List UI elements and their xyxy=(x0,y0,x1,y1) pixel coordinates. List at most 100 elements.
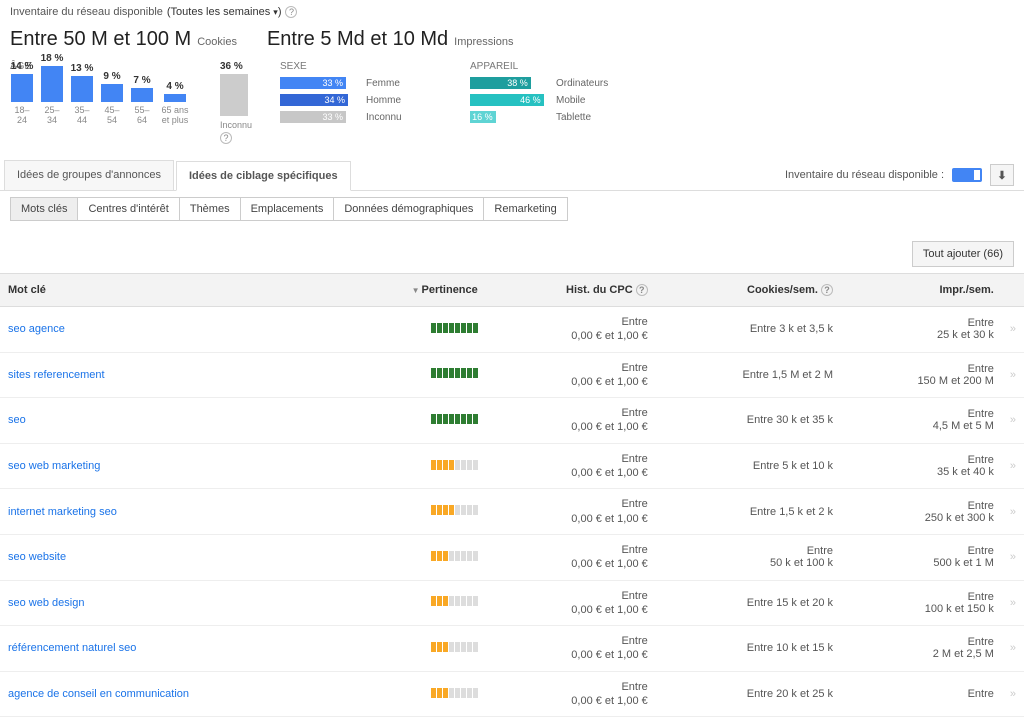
impr-value: Entre25 k et 30 k xyxy=(841,307,1002,353)
sub-tab[interactable]: Mots clés xyxy=(10,197,78,221)
hbar-label: Tablette xyxy=(556,112,591,123)
hbar-label: Homme xyxy=(366,95,401,106)
main-tabs: Idées de groupes d'annoncesIdées de cibl… xyxy=(0,160,1024,191)
download-icon: ⬇ xyxy=(997,169,1006,182)
cpc-range: 0,00 € et 1,00 € xyxy=(571,376,647,388)
chevron-right-icon[interactable]: » xyxy=(1010,642,1016,654)
relevance-bar xyxy=(431,460,478,470)
hbar-label: Femme xyxy=(366,78,400,89)
chevron-right-icon[interactable]: » xyxy=(1010,414,1016,426)
age-category: 25–34 xyxy=(40,106,64,126)
impressions-unit: Impressions xyxy=(454,36,513,48)
metrics-row: Entre 50 M et 100 M Cookies Entre 5 Md e… xyxy=(0,24,1024,61)
age-bar-col: 9 % 45–54 xyxy=(100,71,124,126)
chevron-right-icon[interactable]: » xyxy=(1010,323,1016,335)
table-row: seo website Entre0,00 € et 1,00 € Entre5… xyxy=(0,534,1024,580)
inventory-header: Inventaire du réseau disponible (Toutes … xyxy=(0,0,1024,24)
age-category: 55–64 xyxy=(130,106,154,126)
download-button[interactable]: ⬇ xyxy=(990,164,1014,186)
keywords-table: Mot clé ▼Pertinence Hist. du CPC ? Cooki… xyxy=(0,273,1024,717)
keyword-link[interactable]: sites referencement xyxy=(8,369,105,381)
main-tab[interactable]: Idées de ciblage spécifiques xyxy=(176,161,351,191)
add-all-button[interactable]: Tout ajouter (66) xyxy=(912,241,1014,267)
cpc-prefix: Entre xyxy=(494,361,648,375)
keyword-link[interactable]: internet marketing seo xyxy=(8,506,117,518)
chevron-right-icon[interactable]: » xyxy=(1010,506,1016,518)
sub-tab[interactable]: Emplacements xyxy=(240,197,335,221)
keyword-link[interactable]: seo web marketing xyxy=(8,460,100,472)
main-tab[interactable]: Idées de groupes d'annonces xyxy=(4,160,174,190)
relevance-bar xyxy=(431,596,478,606)
relevance-bar xyxy=(431,414,478,424)
keyword-link[interactable]: seo xyxy=(8,414,26,426)
impressions-value: Entre 5 Md et 10 Md xyxy=(267,28,448,51)
chevron-right-icon[interactable]: » xyxy=(1010,369,1016,381)
keyword-link[interactable]: seo web design xyxy=(8,597,84,609)
device-chart: APPAREIL 38 % Ordinateurs46 % Mobile16 %… xyxy=(470,61,640,127)
hbar-row: 38 % Ordinateurs xyxy=(470,76,640,90)
cookies-value: Entre 50 M et 100 M xyxy=(10,28,191,51)
metric-impressions: Entre 5 Md et 10 Md Impressions xyxy=(267,28,514,51)
cpc-range: 0,00 € et 1,00 € xyxy=(571,467,647,479)
chevron-right-icon[interactable]: » xyxy=(1010,460,1016,472)
table-row: sites referencement Entre0,00 € et 1,00 … xyxy=(0,352,1024,398)
chevron-right-icon[interactable]: » xyxy=(1010,551,1016,563)
inventory-toggle-label: Inventaire du réseau disponible : xyxy=(785,169,944,181)
hbar-fill: 16 % xyxy=(470,111,496,123)
age-bar xyxy=(41,66,63,102)
age-category: 65 ans et plus xyxy=(160,106,190,126)
keyword-link[interactable]: référencement naturel seo xyxy=(8,642,136,654)
hbar-fill: 34 % xyxy=(280,94,348,106)
unknown-label: Inconnu xyxy=(220,120,260,130)
help-icon[interactable]: ? xyxy=(821,284,833,296)
col-impr[interactable]: Impr./sem. xyxy=(841,274,1002,307)
age-category: 45–54 xyxy=(100,106,124,126)
col-cookies[interactable]: Cookies/sem. ? xyxy=(656,274,841,307)
cpc-prefix: Entre xyxy=(494,315,648,329)
hbar-row: 34 % Homme xyxy=(280,93,450,107)
cookies-value: Entre 1,5 k et 2 k xyxy=(656,489,841,535)
sub-tab[interactable]: Centres d'intérêt xyxy=(77,197,179,221)
impr-value: Entre100 k et 150 k xyxy=(841,580,1002,626)
unknown-bar xyxy=(220,74,248,116)
cookies-value: Entre 1,5 M et 2 M xyxy=(656,352,841,398)
charts-row: ÂGE 14 % 18–2418 % 25–3413 % 35–449 % 45… xyxy=(0,61,1024,156)
sub-tab[interactable]: Données démographiques xyxy=(333,197,484,221)
col-relevance[interactable]: ▼Pertinence xyxy=(343,274,486,307)
cpc-prefix: Entre xyxy=(494,543,648,557)
age-bar-col: 13 % 35–44 xyxy=(70,63,94,126)
relevance-bar xyxy=(431,368,478,378)
age-bar xyxy=(164,94,186,102)
chevron-right-icon[interactable]: » xyxy=(1010,688,1016,700)
unknown-block: 36 % Inconnu ? xyxy=(220,61,260,144)
age-bar-col: 4 % 65 ans et plus xyxy=(160,81,190,126)
relevance-bar xyxy=(431,642,478,652)
keyword-link[interactable]: seo agence xyxy=(8,323,65,335)
sub-tab[interactable]: Remarketing xyxy=(483,197,567,221)
chevron-right-icon[interactable]: » xyxy=(1010,597,1016,609)
age-category: 35–44 xyxy=(70,106,94,126)
hbar-fill: 33 % xyxy=(280,77,346,89)
col-keyword[interactable]: Mot clé xyxy=(0,274,343,307)
hbar-row: 33 % Femme xyxy=(280,76,450,90)
inventory-toggle[interactable] xyxy=(952,168,982,182)
relevance-bar xyxy=(431,323,478,333)
age-category: 18–24 xyxy=(10,106,34,126)
keyword-link[interactable]: seo website xyxy=(8,551,66,563)
help-icon[interactable]: ? xyxy=(285,6,297,18)
sub-tab[interactable]: Thèmes xyxy=(179,197,241,221)
help-icon[interactable]: ? xyxy=(220,132,232,144)
impr-value: Entre500 k et 1 M xyxy=(841,534,1002,580)
age-chart: ÂGE 14 % 18–2418 % 25–3413 % 35–449 % 45… xyxy=(10,61,200,126)
hbar-fill: 46 % xyxy=(470,94,544,106)
cpc-range: 0,00 € et 1,00 € xyxy=(571,513,647,525)
frequency-dropdown[interactable]: (Toutes les semaines ▾) xyxy=(167,6,282,18)
metric-cookies: Entre 50 M et 100 M Cookies xyxy=(10,28,237,51)
device-chart-label: APPAREIL xyxy=(470,61,640,72)
col-cpc[interactable]: Hist. du CPC ? xyxy=(486,274,656,307)
cookies-unit: Cookies xyxy=(197,36,237,48)
age-bar-col: 7 % 55–64 xyxy=(130,75,154,126)
cpc-prefix: Entre xyxy=(494,406,648,420)
keyword-link[interactable]: agence de conseil en communication xyxy=(8,688,189,700)
help-icon[interactable]: ? xyxy=(636,284,648,296)
